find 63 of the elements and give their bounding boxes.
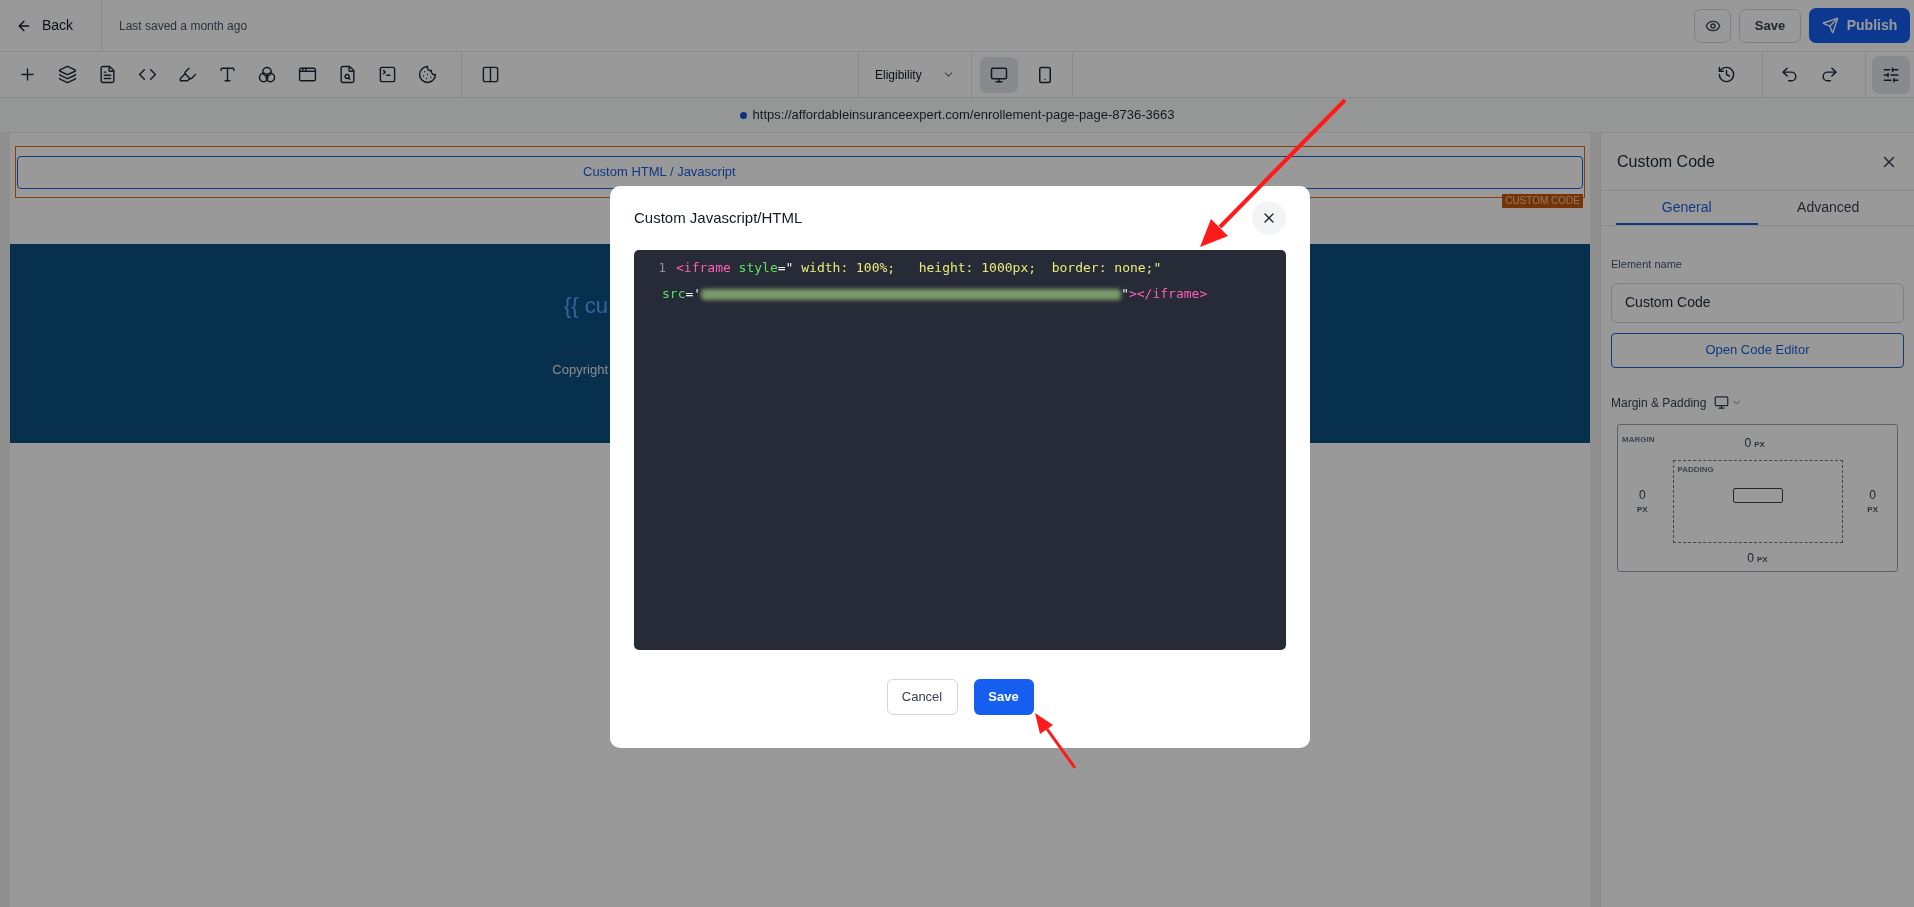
save-button[interactable]: Save xyxy=(973,679,1034,715)
code-token: style xyxy=(737,260,778,275)
dialog-title: Custom Javascript/HTML xyxy=(634,207,803,228)
window-icon xyxy=(297,65,317,84)
code-token: ></iframe> xyxy=(1128,286,1208,301)
publish-button[interactable]: Publish xyxy=(1809,8,1910,43)
footer-heading: {{ cu xyxy=(563,292,608,320)
document-icon xyxy=(97,65,117,84)
element-tag: CUSTOM CODE xyxy=(1502,194,1583,208)
redo-icon xyxy=(1819,65,1839,84)
send-icon xyxy=(1821,17,1839,34)
desktop-icon xyxy=(989,65,1008,84)
terminal-icon xyxy=(377,65,397,84)
page-url: https://affordableinsuranceexpert.com/enrollement-page-page-8736-3663 xyxy=(752,106,1175,125)
device-select[interactable] xyxy=(1714,395,1743,410)
panel-tab[interactable]: General xyxy=(1616,191,1758,225)
field-label: Element name xyxy=(1611,257,1683,272)
open-code-editor-button[interactable]: Open Code Editor xyxy=(1611,332,1904,368)
panel-title: Custom Code xyxy=(1617,151,1715,172)
save-button[interactable]: Save xyxy=(1739,8,1801,43)
circles-icon xyxy=(257,64,277,85)
back-button[interactable]: Back xyxy=(0,0,102,51)
columns-icon xyxy=(480,65,500,84)
element-label: Custom HTML / Javascript xyxy=(583,163,736,182)
spacing-value[interactable]: 0 xyxy=(1869,486,1876,504)
section-title: Margin & Padding xyxy=(1611,394,1707,412)
code-token: <iframe xyxy=(676,260,731,275)
file-search-icon xyxy=(337,65,357,84)
unit-label: PX xyxy=(1757,553,1768,566)
history-icon xyxy=(1716,65,1736,84)
layers-icon xyxy=(57,65,77,84)
code-token: width: 100%; height: 1000px; border: none;" xyxy=(800,260,1162,275)
line-number: 1 xyxy=(658,260,666,275)
spacing-value[interactable]: 0 xyxy=(1639,486,1646,504)
preview-button[interactable] xyxy=(1694,8,1731,43)
code-editor[interactable]: 1 <iframe style=" width: 100%; height: 1000px; border: none;" src=' "></iframe> xyxy=(634,250,1286,650)
unit-label: PX xyxy=(1754,438,1765,451)
code-token: src xyxy=(662,286,686,301)
highlighter-icon xyxy=(177,65,197,84)
unit-label: PX xyxy=(1867,504,1878,516)
code-token: " xyxy=(1121,286,1129,301)
code-token: =" xyxy=(777,260,794,275)
annotation-arrow xyxy=(1035,713,1077,769)
padding-label: PADDING xyxy=(1677,463,1715,476)
margin-label: MARGIN xyxy=(1622,433,1655,446)
monitor-icon xyxy=(1714,395,1730,410)
content-box xyxy=(1732,487,1783,503)
spacing-value[interactable]: 0 xyxy=(1747,548,1754,567)
spacing-value[interactable]: 0 xyxy=(1744,433,1752,452)
settings-button[interactable] xyxy=(1872,55,1910,94)
element-name-field[interactable]: Custom Code xyxy=(1611,282,1904,323)
device-toggle[interactable] xyxy=(979,56,1018,93)
cookie-icon xyxy=(417,65,437,84)
footer-copyright: Copyright xyxy=(552,361,608,379)
cancel-button[interactable]: Cancel xyxy=(886,679,958,715)
sliders-icon xyxy=(1882,65,1900,84)
code-token: =' xyxy=(685,286,702,301)
save-status: Last saved a month ago xyxy=(119,17,248,35)
unit-label: PX xyxy=(1637,504,1648,516)
panel-tab[interactable]: Advanced xyxy=(1757,191,1899,225)
page-select[interactable]: Eligibility xyxy=(859,52,971,97)
text-icon xyxy=(217,65,237,84)
close-button[interactable] xyxy=(1252,201,1286,235)
